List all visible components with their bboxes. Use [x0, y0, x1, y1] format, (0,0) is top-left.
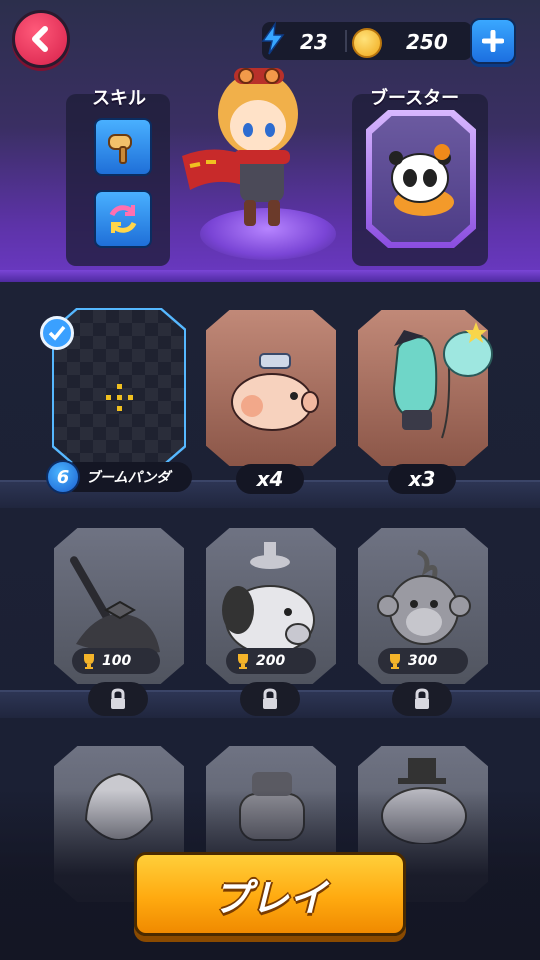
- panda-booster-icon: [389, 144, 454, 216]
- add-currency-button[interactable]: [470, 18, 516, 64]
- monkey-character-icon: [377, 549, 471, 645]
- dog-character-icon: [222, 542, 315, 655]
- trophy-requirement: 300: [378, 648, 468, 674]
- lock-badge: [240, 682, 300, 716]
- lock-badge: [392, 682, 452, 716]
- coin-count: 250: [406, 30, 448, 54]
- swap-skill-icon[interactable]: [94, 190, 152, 248]
- piggy-bank-icon: [231, 353, 319, 431]
- trophy-value: 100: [102, 653, 132, 669]
- trophy-icon: [390, 654, 400, 669]
- chevron-left-icon: [32, 26, 48, 52]
- hero-character[interactable]: [176, 46, 336, 236]
- game-screen: 23 250 スキル ブースター ブームパンダ 6 x4 x3 100 200 …: [0, 0, 540, 960]
- skill-label: スキル: [92, 88, 146, 109]
- coin-icon: [352, 28, 382, 58]
- trophy-icon: [238, 654, 248, 669]
- lock-badge: [88, 682, 148, 716]
- refresh-icon: [109, 205, 137, 233]
- hammer-icon: [108, 134, 132, 164]
- dot-pattern-icon: [106, 384, 133, 411]
- play-button[interactable]: プレイ: [134, 852, 406, 936]
- lock-icon: [415, 688, 429, 709]
- lock-icon: [111, 688, 125, 709]
- trophy-requirement: 100: [72, 648, 160, 674]
- lock-icon: [263, 688, 277, 709]
- trophy-icon: [84, 654, 94, 669]
- trophy-requirement: 200: [226, 648, 316, 674]
- hammer-skill-icon[interactable]: [94, 118, 152, 176]
- count-pill: x3: [388, 464, 456, 494]
- level-drop-badge: 6: [46, 460, 80, 494]
- count-pill: x4: [236, 464, 304, 494]
- balloon-character-icon: [392, 322, 493, 439]
- trophy-value: 200: [256, 653, 286, 669]
- currency-divider: [345, 30, 347, 52]
- plus-icon: [482, 30, 504, 52]
- selected-check-icon: [40, 316, 74, 350]
- trophy-value: 300: [408, 653, 438, 669]
- back-button[interactable]: [12, 10, 70, 68]
- booster-label: ブースター: [370, 88, 460, 109]
